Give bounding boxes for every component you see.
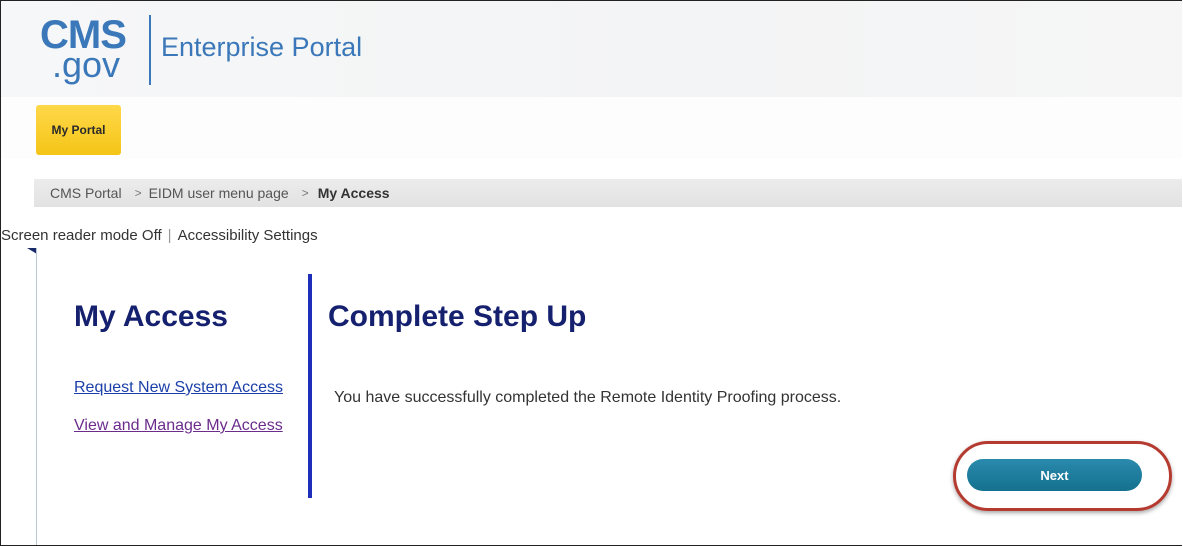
accessibility-divider: | [167, 226, 172, 244]
page-frame: CMS .gov Enterprise Portal My Portal CMS… [0, 0, 1182, 546]
breadcrumb-eidm-menu[interactable]: EIDM user menu page [149, 185, 295, 201]
success-message: You have successfully completed the Remo… [334, 389, 842, 406]
breadcrumb-separator: > [134, 186, 142, 200]
breadcrumb-current: My Access [317, 185, 390, 201]
sidebar-link-request-access[interactable]: Request New System Access [74, 379, 284, 396]
breadcrumb-cms-portal[interactable]: CMS Portal [34, 185, 128, 201]
next-button[interactable]: Next [967, 459, 1142, 491]
main-nav: My Portal [1, 97, 1182, 159]
tab-my-portal[interactable]: My Portal [36, 105, 121, 155]
content-divider [308, 274, 312, 498]
cms-gov-logo[interactable]: CMS .gov [38, 13, 158, 89]
logo-gov-text: .gov [52, 44, 121, 85]
accessibility-bar: Screen reader mode Off | Accessibility S… [1, 225, 318, 245]
breadcrumb-separator: > [301, 186, 309, 200]
sidebar: My Access Request New System Access View… [74, 297, 284, 455]
screen-reader-toggle[interactable]: Screen reader mode Off [1, 227, 162, 244]
page-title: Complete Step Up [328, 300, 587, 333]
sidebar-title: My Access [74, 300, 228, 333]
portal-name: Enterprise Portal [161, 32, 363, 62]
content-left-rule [36, 248, 37, 545]
accessibility-settings-link[interactable]: Accessibility Settings [178, 227, 318, 244]
site-header: CMS .gov Enterprise Portal [1, 1, 1182, 97]
logo-divider [149, 15, 151, 85]
breadcrumb: CMS Portal > EIDM user menu page > My Ac… [34, 179, 1182, 207]
sidebar-link-manage-access[interactable]: View and Manage My Access [74, 417, 284, 434]
